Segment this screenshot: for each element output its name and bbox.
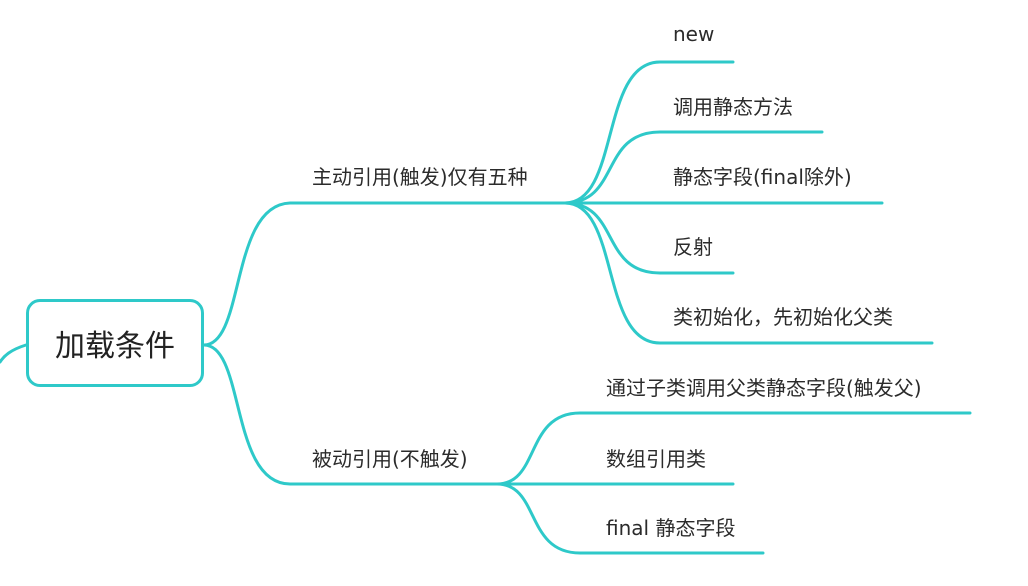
- root-topic[interactable]: 加载条件: [26, 299, 204, 387]
- topic-static-field[interactable]: 静态字段(final除外): [673, 161, 852, 190]
- topic-new[interactable]: new: [673, 22, 714, 46]
- topic-call-static-method[interactable]: 调用静态方法: [673, 91, 793, 120]
- connector-b2-c1: [495, 411, 972, 486]
- incoming-connector: [0, 343, 28, 364]
- connector-root-branch-1: [202, 201, 567, 347]
- topic-array-reference[interactable]: 数组引用类: [606, 443, 706, 472]
- branch-active-reference[interactable]: 主动引用(触发)仅有五种: [312, 161, 528, 190]
- branch-passive-reference[interactable]: 被动引用(不触发): [312, 443, 468, 472]
- root-topic-label: 加载条件: [55, 329, 175, 364]
- topic-class-init-parent-first[interactable]: 类初始化，先初始化父类: [673, 301, 893, 330]
- mind-map-canvas: [0, 60, 972, 555]
- topic-final-static-field[interactable]: final 静态字段: [606, 512, 735, 541]
- topic-subclass-parent-static-field[interactable]: 通过子类调用父类静态字段(触发父): [606, 372, 922, 401]
- topic-reflection[interactable]: 反射: [673, 231, 713, 260]
